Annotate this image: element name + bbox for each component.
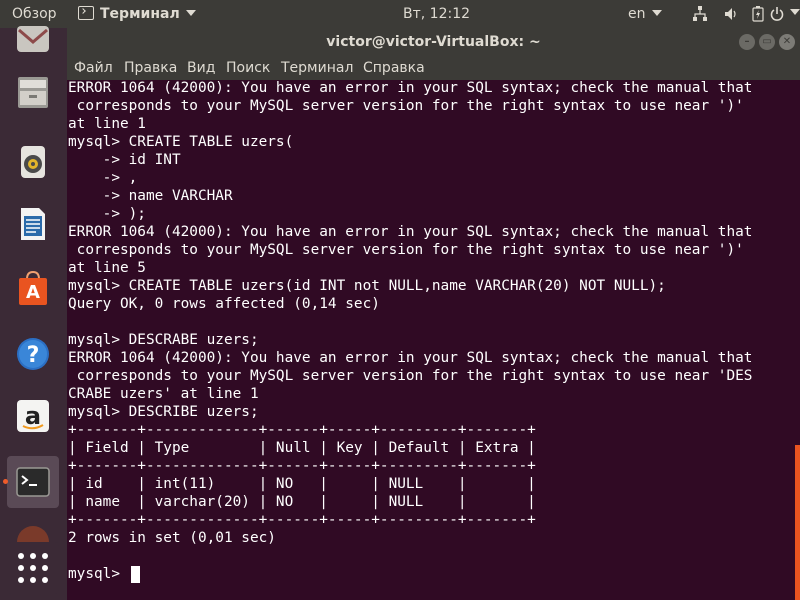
terminal-line: | Field | Type | Null | Key | Default | … (68, 440, 536, 456)
terminal-line: at line 1 (68, 116, 146, 132)
terminal-line: -> ); (68, 206, 146, 222)
help-icon: ? (17, 338, 49, 370)
terminal-line: mysql> DESCRIBE uzers; (68, 404, 259, 420)
running-indicator (3, 479, 8, 484)
dock-libreoffice-writer[interactable] (7, 198, 59, 250)
svg-text:a: a (25, 402, 41, 430)
minimize-button[interactable]: – (739, 34, 755, 50)
terminal-line: -> , (68, 170, 138, 186)
terminal-line: 2 rows in set (0,01 sec) (68, 530, 276, 546)
terminal-line: +-------+-------------+------+-----+----… (68, 512, 536, 528)
chevron-down-icon (790, 9, 800, 15)
window-title: victor@victor-VirtualBox: ~ (326, 34, 541, 50)
close-icon: ✕ (782, 36, 792, 47)
keyboard-layout-label: en (628, 6, 646, 22)
terminal-line: -> name VARCHAR (68, 188, 233, 204)
menu-search[interactable]: Поиск (226, 56, 270, 80)
terminal-line: ERROR 1064 (42000): You have an error in… (68, 80, 753, 96)
show-applications-button[interactable] (7, 542, 59, 594)
terminal-line: CRABE uzers' at line 1 (68, 386, 259, 402)
launcher-dock: A ? a (0, 26, 67, 600)
minimize-icon: – (744, 36, 750, 47)
menu-help[interactable]: Справка (363, 56, 425, 80)
writer-icon (21, 208, 45, 240)
dock-help[interactable]: ? (7, 328, 59, 380)
app-menu-label: Терминал (100, 6, 180, 22)
text-cursor (131, 566, 140, 583)
terminal-area[interactable]: ERROR 1064 (42000): You have an error in… (67, 80, 800, 600)
terminal-line: | name | varchar(20) | NO | | NULL | | (68, 494, 536, 510)
files-icon (18, 77, 48, 108)
window-titlebar[interactable]: victor@victor-VirtualBox: ~ – ▭ ✕ (67, 28, 800, 56)
terminal-line: mysql> DESCRABE uzers; (68, 332, 259, 348)
terminal-line: mysql> CREATE TABLE uzers(id INT not NUL… (68, 278, 666, 294)
menu-bar: Файл Правка Вид Поиск Терминал Справка (67, 56, 800, 80)
terminal-line: ERROR 1064 (42000): You have an error in… (68, 224, 753, 240)
dock-email-client[interactable] (7, 14, 59, 66)
menu-terminal[interactable]: Терминал (281, 56, 353, 80)
clock[interactable]: Вт, 12:12 (403, 0, 470, 28)
amazon-icon: a (17, 400, 49, 432)
dock-files[interactable] (7, 66, 59, 118)
svg-text:?: ? (27, 343, 40, 368)
svg-text:A: A (26, 282, 40, 303)
terminal-window: victor@victor-VirtualBox: ~ – ▭ ✕ Файл П… (67, 28, 800, 600)
software-center-icon: A (19, 270, 47, 305)
terminal-line: at line 5 (68, 260, 146, 276)
chevron-down-icon (185, 10, 196, 16)
app-menu[interactable]: Терминал (78, 0, 196, 28)
terminal-app-icon (78, 6, 94, 20)
terminal-line: corresponds to your MySQL server version… (68, 98, 744, 114)
close-button[interactable]: ✕ (779, 34, 795, 50)
email-client-icon (17, 26, 49, 52)
terminal-line: mysql> CREATE TABLE uzers( (68, 134, 294, 150)
menu-view[interactable]: Вид (187, 56, 215, 80)
dock-rhythmbox[interactable] (7, 136, 59, 188)
top-panel: Обзор Терминал Вт, 12:12 en (0, 0, 800, 28)
terminal-line: | id | int(11) | NO | | NULL | | (68, 476, 536, 492)
battery-icon[interactable] (752, 0, 764, 28)
dock-terminal[interactable] (7, 456, 59, 508)
maximize-icon: ▭ (762, 36, 772, 47)
scrollbar[interactable] (795, 445, 800, 600)
terminal-line: corresponds to your MySQL server version… (68, 242, 744, 258)
maximize-button[interactable]: ▭ (759, 34, 775, 50)
terminal-icon (16, 467, 50, 497)
terminal-line: +-------+-------------+------+-----+----… (68, 422, 536, 438)
dock-amazon[interactable]: a (7, 390, 59, 442)
chevron-down-icon (651, 10, 662, 16)
dock-ubuntu-software[interactable]: A (7, 262, 59, 314)
volume-icon[interactable] (724, 0, 738, 28)
terminal-line: corresponds to your MySQL server version… (68, 368, 753, 384)
terminal-output: ERROR 1064 (42000): You have an error in… (68, 79, 752, 583)
network-icon[interactable] (693, 0, 707, 28)
terminal-line: +-------+-------------+------+-----+----… (68, 458, 536, 474)
terminal-line: Query OK, 0 rows affected (0,14 sec) (68, 296, 380, 312)
terminal-line: -> id INT (68, 152, 181, 168)
grid-icon (18, 553, 48, 583)
terminal-line: ERROR 1064 (42000): You have an error in… (68, 350, 753, 366)
terminal-line: mysql> (68, 566, 129, 582)
keyboard-layout[interactable]: en (628, 0, 662, 28)
rhythmbox-icon (21, 146, 45, 178)
menu-file[interactable]: Файл (74, 56, 113, 80)
menu-edit[interactable]: Правка (124, 56, 177, 80)
